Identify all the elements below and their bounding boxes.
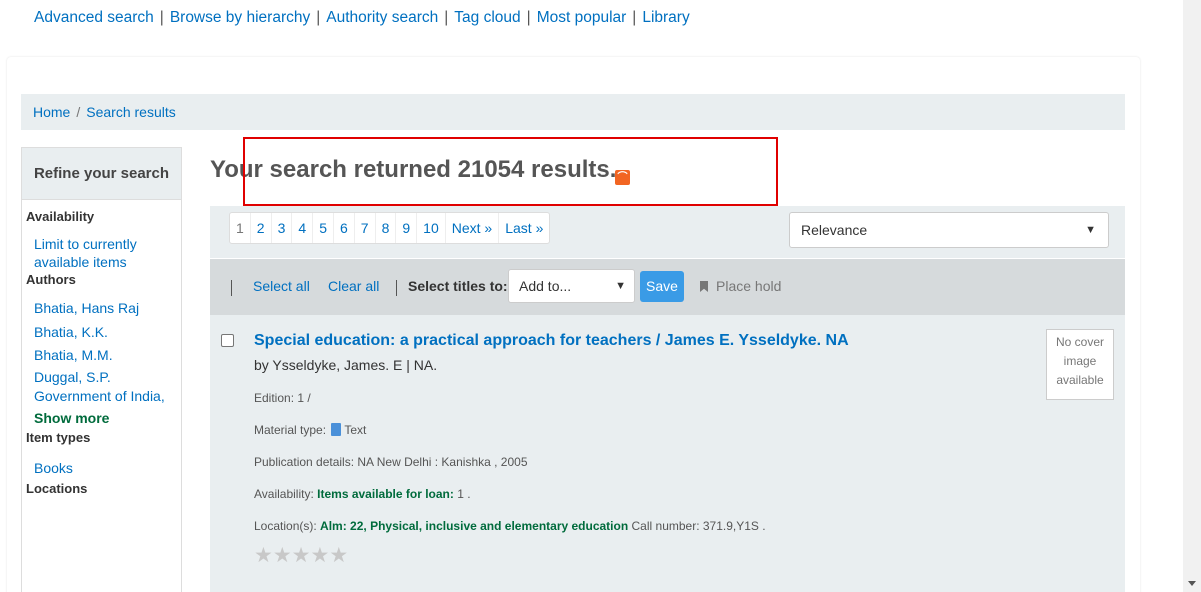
- refine-sidebar: Refine your search Availability Limit to…: [21, 147, 182, 592]
- pagination-bar: 1 2 3 4 5 6 7 8 9 10 Next » Last » Relev…: [210, 206, 1125, 258]
- last-page-link[interactable]: Last »: [499, 213, 549, 243]
- text-book-icon: [331, 423, 342, 436]
- most-popular-link[interactable]: Most popular: [537, 9, 627, 26]
- facet-title-availability: Availability: [26, 209, 95, 224]
- location-label: Location(s):: [254, 519, 317, 533]
- star-icon[interactable]: ★: [254, 544, 273, 567]
- page-6[interactable]: 6: [334, 213, 355, 243]
- result-row: Special education: a practical approach …: [210, 315, 1125, 592]
- top-navigation: Advanced search | Browse by hierarchy | Auth…: [34, 9, 690, 27]
- page-scrollbar[interactable]: [1183, 0, 1201, 592]
- nav-separator: |: [632, 9, 637, 26]
- no-cover-line: No cover: [1055, 335, 1105, 349]
- result-material-type: Material type: Text: [254, 423, 366, 437]
- next-page-link[interactable]: Next »: [446, 213, 500, 243]
- toolbar-divider: [396, 280, 397, 296]
- no-cover-line: available: [1056, 373, 1104, 387]
- chevron-down-icon: ▼: [615, 280, 626, 292]
- author-facet-bhatia-kk[interactable]: Bhatia, K.K.: [22, 321, 181, 345]
- rating-stars[interactable]: ★★★★★: [254, 543, 348, 568]
- page-7[interactable]: 7: [355, 213, 376, 243]
- result-author: by Ysseldyke, James. E | NA.: [254, 357, 438, 373]
- material-type-label: Material type:: [254, 423, 327, 437]
- material-type-value: Text: [344, 423, 367, 437]
- nav-separator: |: [159, 9, 164, 26]
- result-title-link[interactable]: Special education: a practical approach …: [254, 332, 849, 350]
- library-link[interactable]: Library: [642, 9, 689, 26]
- nav-separator: |: [444, 9, 449, 26]
- tag-cloud-link[interactable]: Tag cloud: [454, 9, 520, 26]
- page-1[interactable]: 1: [230, 213, 251, 243]
- place-hold-label: Place hold: [716, 278, 782, 294]
- no-cover-placeholder: No cover image available: [1046, 329, 1114, 400]
- show-more-authors-link[interactable]: Show more: [22, 406, 181, 430]
- save-button[interactable]: Save: [640, 271, 684, 302]
- toolbar-divider: [231, 280, 232, 296]
- chevron-down-icon: ▼: [1085, 224, 1096, 236]
- result-location: Location(s): Alm: 22, Physical, inclusiv…: [254, 519, 766, 533]
- result-checkbox[interactable]: [221, 334, 234, 347]
- star-icon[interactable]: ★: [292, 544, 311, 567]
- selection-toolbar: Select all Clear all Select titles to: A…: [210, 259, 1125, 315]
- star-icon[interactable]: ★: [310, 544, 329, 567]
- place-hold-button[interactable]: Place hold: [700, 278, 781, 294]
- authority-search-link[interactable]: Authority search: [326, 9, 438, 26]
- sort-select[interactable]: Relevance ▼: [789, 212, 1109, 248]
- availability-label: Availability:: [254, 487, 314, 501]
- add-to-select[interactable]: Add to... ▼: [508, 269, 635, 303]
- page-9[interactable]: 9: [396, 213, 418, 243]
- result-publication: Publication details: NA New Delhi : Kani…: [254, 455, 528, 469]
- page-4[interactable]: 4: [292, 213, 314, 243]
- page-10[interactable]: 10: [417, 213, 446, 243]
- breadcrumb-home[interactable]: Home: [33, 104, 70, 120]
- breadcrumb: Home / Search results: [21, 94, 1125, 130]
- nav-separator: |: [526, 9, 531, 26]
- breadcrumb-separator: /: [76, 104, 81, 120]
- author-facet-bhatia-hans-raj[interactable]: Bhatia, Hans Raj: [22, 297, 181, 321]
- facet-title-locations: Locations: [26, 480, 88, 496]
- clear-all-link[interactable]: Clear all: [328, 278, 379, 294]
- select-titles-label: Select titles to:: [408, 278, 508, 294]
- no-cover-line: image: [1063, 354, 1097, 368]
- page-5[interactable]: 5: [313, 213, 334, 243]
- breadcrumb-current: Search results: [86, 104, 176, 120]
- limit-available-link-line2[interactable]: available items: [22, 253, 181, 271]
- facet-title-item-types: Item types: [26, 429, 91, 445]
- call-number: Call number: 371.9,Y1S .: [631, 519, 766, 533]
- scroll-down-arrow-icon[interactable]: [1188, 581, 1196, 586]
- page-2[interactable]: 2: [251, 213, 272, 243]
- author-facet-bhatia-mm[interactable]: Bhatia, M.M.: [22, 344, 181, 368]
- location-value: Alm: 22, Physical, inclusive and element…: [320, 519, 629, 533]
- item-type-books-link[interactable]: Books: [22, 459, 181, 477]
- sort-selected-value: Relevance: [801, 222, 868, 238]
- result-edition: Edition: 1 /: [254, 391, 311, 405]
- result-availability: Availability: Items available for loan: …: [254, 487, 471, 501]
- page-8[interactable]: 8: [376, 213, 397, 243]
- browse-by-hierarchy-link[interactable]: Browse by hierarchy: [170, 9, 310, 26]
- star-icon[interactable]: ★: [329, 544, 348, 567]
- nav-separator: |: [316, 9, 321, 26]
- select-all-link[interactable]: Select all: [253, 278, 310, 294]
- availability-count: 1 .: [457, 487, 471, 501]
- advanced-search-link[interactable]: Advanced search: [34, 9, 154, 26]
- annotation-highlight-box: [243, 137, 778, 206]
- author-facet-duggal-sp[interactable]: Duggal, S.P.: [22, 368, 181, 387]
- limit-available-link-line1[interactable]: Limit to currently: [22, 235, 181, 253]
- bookmark-icon: [700, 281, 708, 292]
- pagination: 1 2 3 4 5 6 7 8 9 10 Next » Last »: [229, 212, 551, 244]
- author-facet-government-of-india[interactable]: Government of India,: [22, 387, 181, 406]
- facet-title-authors: Authors: [26, 272, 76, 287]
- star-icon[interactable]: ★: [273, 544, 292, 567]
- add-to-value: Add to...: [519, 278, 572, 294]
- page-3[interactable]: 3: [272, 213, 293, 243]
- refine-search-header: Refine your search: [22, 148, 181, 200]
- availability-value: Items available for loan:: [317, 487, 454, 501]
